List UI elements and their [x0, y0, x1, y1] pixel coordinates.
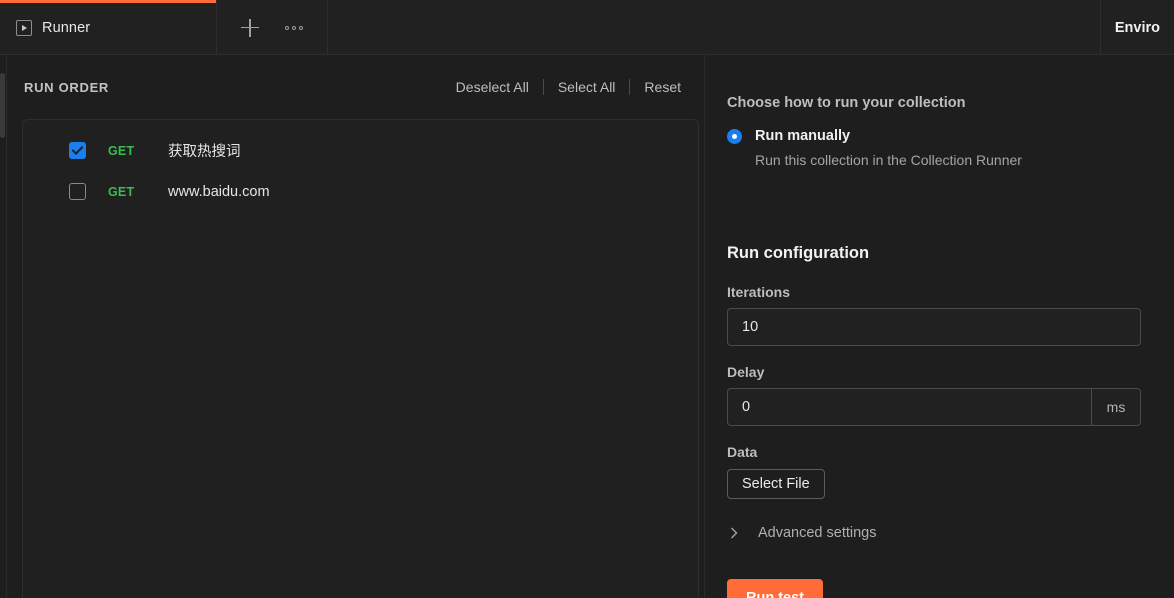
- play-square-icon: [16, 19, 32, 36]
- iterations-input-value[interactable]: 10: [728, 309, 1140, 345]
- tab-environments[interactable]: Enviro: [1099, 0, 1174, 55]
- left-scrollbar-thumb[interactable]: [0, 73, 5, 138]
- table-row[interactable]: GET www.baidu.com: [23, 171, 698, 212]
- ellipsis-icon: [285, 25, 303, 30]
- run-mode-description: Run this collection in the Collection Ru…: [755, 152, 1022, 168]
- run-test-button[interactable]: Run test: [727, 579, 823, 598]
- data-field: Data Select File: [727, 444, 825, 499]
- reset-button[interactable]: Reset: [630, 79, 691, 95]
- tab-runner[interactable]: Runner: [0, 0, 217, 55]
- request-list: GET 获取热搜词 GET www.baidu.com: [22, 119, 699, 598]
- advanced-settings-label: Advanced settings: [758, 525, 877, 541]
- delay-label: Delay: [727, 364, 765, 380]
- tab-runner-label: Runner: [42, 19, 91, 36]
- tab-more-options-button[interactable]: [277, 11, 311, 45]
- select-file-button[interactable]: Select File: [727, 469, 825, 499]
- new-tab-button[interactable]: [233, 11, 267, 45]
- delay-field: Delay 0 ms: [727, 364, 1141, 426]
- run-mode-title: Run manually: [755, 128, 851, 144]
- request-method: GET: [108, 143, 135, 158]
- chevron-right-icon: [727, 526, 741, 540]
- tab-bar-actions: [217, 0, 328, 55]
- deselect-all-button[interactable]: Deselect All: [442, 79, 543, 95]
- runner-body: RUN ORDER Deselect All Select All Reset …: [0, 55, 1174, 598]
- run-order-header-actions: Deselect All Select All Reset: [442, 79, 691, 95]
- request-name: 获取热搜词: [168, 144, 241, 160]
- delay-input[interactable]: 0 ms: [727, 388, 1141, 426]
- table-row[interactable]: GET 获取热搜词: [23, 130, 698, 171]
- iterations-input[interactable]: 10: [727, 308, 1141, 346]
- tab-bar: Runner Enviro: [0, 0, 1174, 55]
- choose-run-mode-title: Choose how to run your collection: [727, 95, 966, 111]
- request-checkbox[interactable]: [69, 142, 86, 159]
- request-checkbox[interactable]: [69, 183, 86, 200]
- radio-button-selected[interactable]: [727, 129, 742, 144]
- tab-environments-label: Enviro: [1114, 19, 1160, 36]
- select-all-button[interactable]: Select All: [544, 79, 630, 95]
- run-order-title: RUN ORDER: [24, 79, 110, 95]
- request-method: GET: [108, 184, 135, 199]
- run-order-panel: RUN ORDER Deselect All Select All Reset …: [8, 55, 705, 598]
- left-scrollbar[interactable]: [0, 55, 7, 598]
- tab-bar-spacer: [328, 0, 1100, 55]
- iterations-field: Iterations 10: [727, 284, 1141, 346]
- run-mode-option-manual[interactable]: Run manually Run this collection in the …: [727, 126, 1022, 170]
- delay-unit-label: ms: [1091, 389, 1140, 425]
- request-name: www.baidu.com: [168, 183, 270, 200]
- postman-collection-runner: Runner Enviro RUN ORDER Deselect All Sel…: [0, 0, 1174, 598]
- data-label: Data: [727, 444, 758, 460]
- plus-icon: [241, 18, 259, 37]
- run-order-header: RUN ORDER Deselect All Select All Reset: [8, 55, 705, 119]
- advanced-settings-toggle[interactable]: Advanced settings: [727, 525, 877, 541]
- run-mode-texts: Run manually Run this collection in the …: [755, 126, 1022, 170]
- delay-input-value[interactable]: 0: [728, 389, 1091, 425]
- run-settings-panel: Choose how to run your collection Run ma…: [706, 55, 1174, 598]
- iterations-label: Iterations: [727, 284, 791, 300]
- run-configuration-title: Run configuration: [727, 244, 870, 262]
